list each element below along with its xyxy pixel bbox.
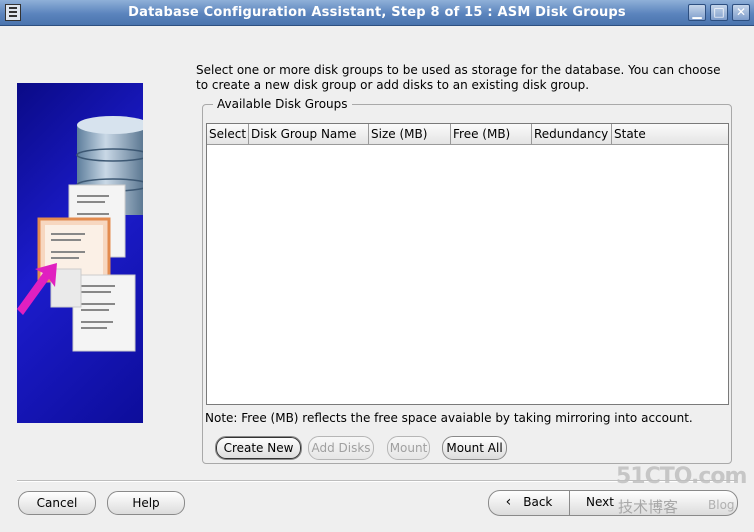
- mount-all-button[interactable]: Mount All: [442, 436, 507, 460]
- column-header-free[interactable]: Free (MB): [451, 124, 532, 145]
- add-disks-button[interactable]: Add Disks: [308, 436, 374, 460]
- site-watermark: 51CTO.com 技术博客 Blog: [616, 464, 747, 524]
- column-header-disk-group-name[interactable]: Disk Group Name: [249, 124, 369, 145]
- back-arrow-icon: ‹: [505, 494, 512, 510]
- maximize-button[interactable]: □: [710, 4, 728, 21]
- column-header-size[interactable]: Size (MB): [369, 124, 451, 145]
- disk-groups-table[interactable]: Select Disk Group Name Size (MB) Free (M…: [206, 123, 729, 405]
- back-label: Back: [523, 495, 553, 509]
- groupbox-legend: Available Disk Groups: [213, 97, 352, 111]
- create-new-button[interactable]: Create New: [215, 436, 302, 460]
- minimize-button[interactable]: ▁: [688, 4, 706, 21]
- column-header-select[interactable]: Select: [207, 124, 249, 145]
- watermark-subtitle: 技术博客: [618, 498, 679, 516]
- database-documents-illustration: [17, 116, 143, 352]
- table-header: Select Disk Group Name Size (MB) Free (M…: [207, 124, 728, 145]
- window-titlebar: Database Configuration Assistant, Step 8…: [0, 0, 754, 26]
- free-space-note: Note: Free (MB) reflects the free space …: [205, 411, 693, 425]
- close-button[interactable]: ✕: [732, 4, 750, 21]
- watermark-logo: 51CTO.com: [616, 464, 747, 489]
- back-button[interactable]: ‹ Back: [489, 491, 569, 515]
- watermark-blog: Blog: [708, 498, 735, 512]
- wizard-illustration: [17, 83, 143, 423]
- window-title: Database Configuration Assistant, Step 8…: [128, 5, 626, 20]
- mount-button[interactable]: Mount: [387, 436, 430, 460]
- column-header-state[interactable]: State: [612, 124, 728, 145]
- column-header-redundancy[interactable]: Redundancy: [532, 124, 612, 145]
- instruction-text: Select one or more disk groups to be use…: [196, 63, 721, 92]
- cancel-button[interactable]: Cancel: [18, 491, 96, 515]
- help-button[interactable]: Help: [107, 491, 185, 515]
